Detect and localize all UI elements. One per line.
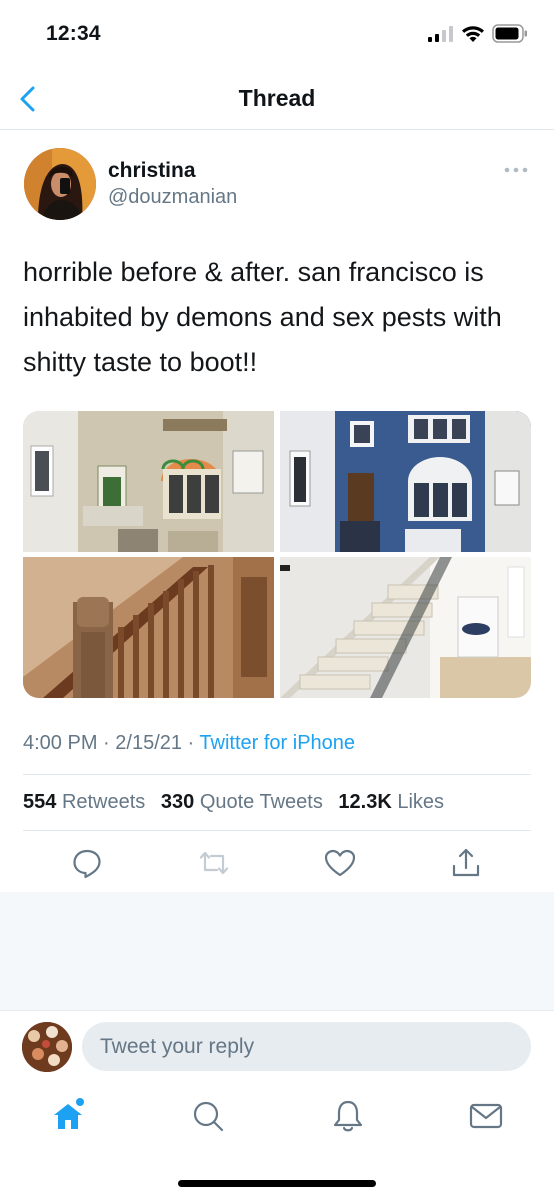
home-icon[interactable] (50, 1098, 86, 1134)
tweet-date: 2/15/21 (115, 732, 182, 754)
thread-spacer (0, 892, 554, 1010)
notifications-icon[interactable] (330, 1098, 366, 1134)
more-options-icon[interactable] (498, 160, 534, 180)
retweets-count: 554 (23, 791, 57, 813)
likes-stat[interactable]: 12.3K Likes (338, 791, 444, 813)
share-icon[interactable] (449, 846, 483, 880)
author-display-name[interactable]: christina (108, 159, 196, 183)
cellular-signal-icon (428, 26, 453, 42)
page-title: Thread (238, 85, 316, 111)
battery-icon (492, 24, 527, 43)
tweet-meta: 4:00 PM · 2/15/21 · Twitter for iPhone (23, 732, 356, 754)
divider (23, 830, 531, 831)
media-photo-before-exterior[interactable] (23, 411, 274, 552)
quote-tweets-label: Quote Tweets (199, 791, 323, 813)
divider (0, 1010, 554, 1011)
retweets-label: Retweets (61, 791, 146, 813)
like-icon[interactable] (323, 846, 357, 880)
reply-icon[interactable] (70, 846, 104, 880)
quote-tweets-count: 330 (160, 791, 195, 813)
media-photo-after-exterior[interactable] (280, 411, 531, 552)
likes-count: 12.3K (338, 791, 392, 813)
likes-label: Likes (397, 791, 445, 813)
status-time: 12:34 (46, 22, 101, 45)
home-indicator[interactable] (178, 1180, 376, 1187)
tweet-text: horrible before & after. san francisco i… (23, 257, 502, 377)
tweet-media-grid (23, 411, 531, 698)
tweet-stats: 554 Retweets 330 Quote Tweets 12.3K Like… (23, 791, 454, 814)
media-photo-before-staircase[interactable] (23, 557, 274, 698)
author-avatar[interactable] (24, 148, 96, 220)
retweet-icon[interactable] (197, 846, 231, 880)
divider (0, 129, 554, 130)
divider (23, 774, 531, 775)
author-handle[interactable]: @douzmanian (108, 186, 237, 209)
reply-input[interactable]: Tweet your reply (82, 1022, 531, 1071)
tweet-source-link[interactable]: Twitter for iPhone (199, 732, 355, 754)
current-user-avatar[interactable] (22, 1022, 72, 1072)
media-photo-after-staircase[interactable] (280, 557, 531, 698)
quote-tweets-stat[interactable]: 330 Quote Tweets (161, 791, 323, 813)
tweet-time: 4:00 PM (23, 732, 98, 754)
messages-icon[interactable] (468, 1098, 504, 1134)
wifi-icon (462, 26, 484, 42)
reply-placeholder: Tweet your reply (100, 1035, 255, 1058)
retweets-stat[interactable]: 554 Retweets (23, 791, 145, 813)
search-icon[interactable] (190, 1098, 226, 1134)
